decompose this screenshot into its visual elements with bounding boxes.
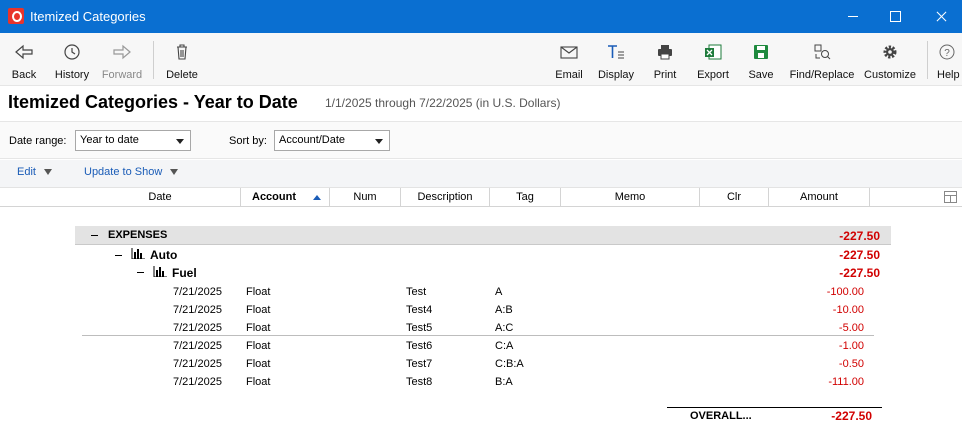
sort-ascending-icon [313, 195, 321, 200]
chevron-down-icon [176, 139, 184, 144]
history-button[interactable]: History [50, 33, 94, 86]
trash-icon [172, 43, 192, 61]
report-title: Itemized Categories - Year to Date [8, 92, 298, 112]
arrow-left-icon [14, 43, 34, 61]
table-row[interactable]: 7/21/2025 Float Test4 A:B -10.00 [0, 301, 962, 319]
envelope-icon [559, 43, 579, 61]
save-disk-icon [751, 43, 771, 61]
chevron-down-icon [375, 139, 383, 144]
table-row[interactable]: 7/21/2025 Float Test8 B:A -111.00 [0, 373, 962, 391]
expenses-total: -227.50 [839, 229, 880, 243]
column-date[interactable]: Date [80, 188, 241, 207]
filter-bar: Date range: Year to date Sort by: Accoun… [0, 121, 962, 159]
column-amount[interactable]: Amount [769, 188, 870, 207]
group-auto-label: Auto [150, 248, 178, 262]
close-button[interactable] [918, 0, 962, 33]
maximize-button[interactable] [872, 0, 918, 33]
table-row[interactable]: 7/21/2025 Float Test7 C:B:A -0.50 [0, 355, 962, 373]
category-chart-icon [153, 266, 167, 278]
find-replace-button[interactable]: Find/Replace [786, 33, 858, 86]
clock-icon [62, 43, 82, 61]
date-range-label: Date range: [9, 135, 67, 147]
sort-by-label: Sort by: [229, 135, 267, 147]
column-memo[interactable]: Memo [561, 188, 700, 207]
collapse-icon[interactable] [91, 235, 98, 236]
collapse-icon[interactable] [115, 255, 122, 256]
chevron-down-icon [170, 169, 179, 176]
column-account[interactable]: Account [241, 188, 330, 207]
column-header: Date Account Num Description Tag Memo Cl… [0, 188, 962, 207]
export-button[interactable]: Export [692, 33, 734, 86]
column-num[interactable]: Num [330, 188, 401, 207]
toolbar-separator [927, 41, 928, 79]
category-chart-icon [131, 248, 145, 260]
update-to-show-menu[interactable]: Update to Show [84, 166, 179, 178]
printer-icon [655, 43, 675, 61]
arrow-right-icon [112, 43, 132, 61]
forward-button[interactable]: Forward [98, 33, 146, 86]
quicken-logo-icon [8, 8, 24, 24]
collapse-icon[interactable] [137, 272, 144, 273]
title-bar: Itemized Categories [0, 0, 962, 33]
row-divider [82, 335, 874, 336]
overall-divider [667, 407, 882, 408]
toolbar-separator [153, 41, 154, 79]
table-row[interactable]: 7/21/2025 Float Test A -100.00 [0, 283, 962, 301]
save-button[interactable]: Save [742, 33, 780, 86]
email-button[interactable]: Email [550, 33, 588, 86]
display-button[interactable]: Display [594, 33, 638, 86]
gear-icon [880, 43, 900, 61]
edit-menu[interactable]: Edit [17, 166, 52, 178]
text-format-icon [606, 43, 626, 61]
overall-total: -227.50 [831, 409, 872, 423]
svg-text:?: ? [944, 48, 950, 59]
column-description[interactable]: Description [401, 188, 490, 207]
minimize-button[interactable] [830, 0, 876, 33]
group-fuel-label: Fuel [172, 266, 197, 280]
help-button[interactable]: ? Help [932, 33, 962, 86]
sort-by-dropdown[interactable]: Account/Date [274, 130, 390, 151]
back-button[interactable]: Back [4, 33, 44, 86]
expenses-group-row: EXPENSES [75, 226, 891, 245]
help-question-icon: ? [937, 43, 957, 61]
column-chooser-icon[interactable] [944, 191, 957, 203]
chevron-down-icon [43, 169, 52, 176]
customize-button[interactable]: Customize [862, 33, 918, 86]
table-row[interactable]: 7/21/2025 Float Test6 C:A -1.00 [0, 337, 962, 355]
column-clr[interactable]: Clr [700, 188, 769, 207]
find-replace-icon [812, 43, 832, 61]
window-title: Itemized Categories [30, 9, 146, 24]
auto-total: -227.50 [839, 248, 880, 262]
date-range-dropdown[interactable]: Year to date [75, 130, 191, 151]
overall-label: OVERALL... [690, 410, 752, 422]
print-button[interactable]: Print [646, 33, 684, 86]
delete-button[interactable]: Delete [162, 33, 202, 86]
fuel-total: -227.50 [839, 266, 880, 280]
toolbar: Back History Forward Delete Email Displa… [0, 33, 962, 86]
action-bar: Edit Update to Show [0, 160, 962, 188]
report-date-range: 1/1/2025 through 7/22/2025 (in U.S. Doll… [325, 96, 561, 110]
column-tag[interactable]: Tag [490, 188, 561, 207]
excel-export-icon [703, 43, 723, 61]
